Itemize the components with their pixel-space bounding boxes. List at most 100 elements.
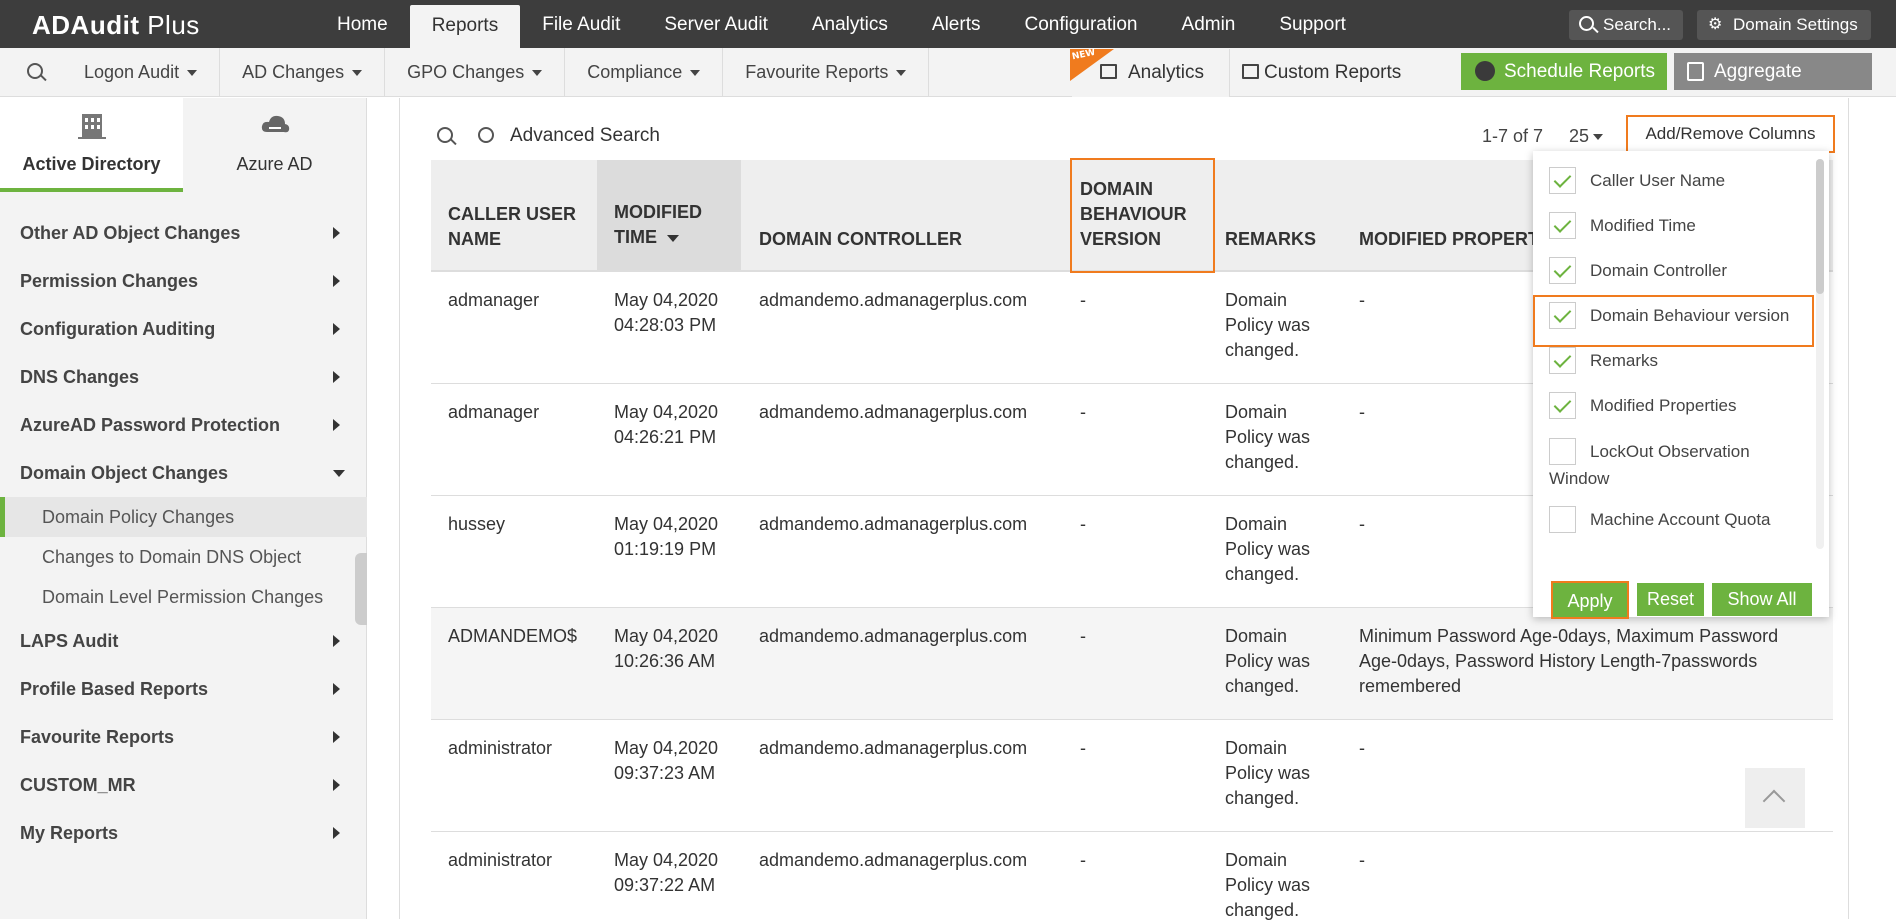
cell-modified-properties: - [1359, 402, 1365, 422]
cell-domain-behaviour: - [1080, 626, 1086, 646]
alarm-clock-icon [1475, 61, 1495, 81]
custom-reports-link[interactable]: Custom Reports [1232, 49, 1437, 97]
per-page-select[interactable]: 25 [1569, 124, 1604, 148]
option-remarks[interactable]: Remarks [1590, 347, 1658, 374]
app-logo[interactable]: ADAudit Plus [32, 10, 200, 41]
subnav-logon-audit[interactable]: Logon Audit [62, 48, 221, 96]
topnav-reports[interactable]: Reports [409, 5, 521, 48]
domain-settings-button[interactable]: ⚙ Domain Settings [1697, 10, 1871, 40]
directory-tabs: Active Directory Azure AD [0, 98, 367, 192]
checkbox-machine-account-quota[interactable] [1549, 506, 1576, 533]
chevron-down-icon [532, 70, 543, 77]
tab-active-directory-label: Active Directory [22, 154, 161, 174]
submenu-changes-to-domain-dns-object[interactable]: Changes to Domain DNS Object [0, 537, 367, 577]
sort-desc-icon [667, 234, 679, 242]
submenu-domain-level-permission-changes[interactable]: Domain Level Permission Changes [0, 577, 367, 617]
reset-button[interactable]: Reset [1637, 583, 1704, 616]
checkbox-remarks[interactable] [1549, 347, 1576, 374]
option-caller-user-name[interactable]: Caller User Name [1590, 167, 1725, 194]
topnav-home[interactable]: Home [315, 0, 410, 48]
header-caller-user-name[interactable]: CALLER USER NAME [448, 202, 598, 252]
report-search-icon[interactable] [27, 63, 43, 79]
advanced-search-link[interactable]: Advanced Search [478, 122, 660, 149]
cell-remarks: Domain Policy was changed. [1225, 626, 1311, 696]
menu-dns-changes[interactable]: DNS Changes [0, 353, 367, 401]
schedule-reports-button[interactable]: Schedule Reports [1461, 53, 1667, 90]
menu-configuration-auditing[interactable]: Configuration Auditing [0, 305, 367, 353]
left-sidebar: Active Directory Azure AD Other AD Objec… [0, 98, 367, 919]
menu-favourite-reports[interactable]: Favourite Reports [0, 713, 367, 761]
cell-user: admanager [448, 290, 540, 310]
schedule-reports-label: Schedule Reports [1504, 61, 1656, 82]
panel-scrollbar-thumb[interactable] [1816, 159, 1824, 294]
chevron-right-icon [333, 323, 340, 335]
chevron-down-icon [896, 70, 907, 77]
table-row[interactable]: ADMANDEMO$ May 04,2020 10:26:36 AM admand… [431, 608, 1833, 720]
topnav-support[interactable]: Support [1257, 0, 1368, 48]
aggregate-reports-button[interactable]: Aggregate Reports [1674, 53, 1872, 119]
topnav-analytics[interactable]: Analytics [790, 0, 910, 48]
cell-modified-properties: - [1359, 290, 1365, 310]
checkbox-caller-user-name[interactable] [1549, 167, 1576, 194]
topnav-alerts[interactable]: Alerts [910, 0, 1003, 48]
menu-other-ad-object-changes[interactable]: Other AD Object Changes [0, 209, 367, 257]
subnav-ad-changes[interactable]: AD Changes [220, 48, 386, 96]
chevron-right-icon [333, 275, 340, 287]
table-row[interactable]: administrator May 04,2020 09:37:23 AM adm… [431, 720, 1833, 832]
header-domain-controller[interactable]: DOMAIN CONTROLLER [759, 227, 962, 252]
quick-search-icon[interactable] [437, 127, 453, 143]
chevron-right-icon [333, 683, 340, 695]
topnav-file-audit[interactable]: File Audit [520, 0, 642, 48]
submenu-domain-policy-changes[interactable]: Domain Policy Changes [0, 497, 367, 537]
menu-my-reports[interactable]: My Reports [0, 809, 367, 857]
option-modified-time[interactable]: Modified Time [1590, 212, 1696, 239]
subnav-gpo-changes[interactable]: GPO Changes [385, 48, 566, 96]
sub-nav: Logon Audit AD Changes GPO Changes Compl… [62, 48, 930, 96]
subnav-compliance[interactable]: Compliance [565, 48, 724, 96]
option-modified-properties[interactable]: Modified Properties [1590, 392, 1736, 419]
global-search-button[interactable]: Search... [1569, 10, 1683, 40]
menu-permission-changes[interactable]: Permission Changes [0, 257, 367, 305]
tab-azure-ad[interactable]: Azure AD [183, 98, 366, 192]
menu-laps-audit[interactable]: LAPS Audit [0, 617, 367, 665]
menu-custom-mr[interactable]: CUSTOM_MR [0, 761, 367, 809]
show-all-button[interactable]: Show All [1712, 583, 1812, 616]
topnav-server-audit[interactable]: Server Audit [642, 0, 790, 48]
menu-domain-object-changes[interactable]: Domain Object Changes [0, 449, 367, 497]
topnav-admin[interactable]: Admin [1160, 0, 1258, 48]
option-lockout-observation-window-line2[interactable]: Window [1549, 465, 1609, 492]
add-remove-columns-button[interactable]: Add/Remove Columns [1626, 115, 1835, 153]
option-domain-controller[interactable]: Domain Controller [1590, 257, 1727, 284]
tab-active-directory[interactable]: Active Directory [0, 98, 183, 192]
topnav-configuration[interactable]: Configuration [1002, 0, 1159, 48]
menu-profile-based-reports[interactable]: Profile Based Reports [0, 665, 367, 713]
cell-remarks: Domain Policy was changed. [1225, 738, 1311, 808]
checkbox-domain-controller[interactable] [1549, 257, 1576, 284]
sidebar-collapse-handle[interactable] [355, 553, 367, 625]
custom-reports-label: Custom Reports [1264, 62, 1402, 83]
scroll-to-top-button[interactable] [1745, 768, 1805, 828]
header-remarks[interactable]: REMARKS [1225, 227, 1316, 252]
header-modified-properties[interactable]: MODIFIED PROPERT [1359, 227, 1539, 252]
checkbox-modified-properties[interactable] [1549, 392, 1576, 419]
cell-modified-time: May 04,2020 09:37:23 AM [614, 738, 719, 783]
menu-azuread-password-protection[interactable]: AzureAD Password Protection [0, 401, 367, 449]
header-modified-time[interactable]: MODIFIED TIME [597, 160, 741, 270]
cell-modified-time: May 04,2020 10:26:36 AM [614, 626, 719, 671]
cell-modified-time: May 04,2020 01:19:19 PM [614, 514, 719, 559]
chevron-right-icon [333, 827, 340, 839]
search-label: Search... [1603, 15, 1672, 34]
checkbox-lockout-observation-window[interactable] [1549, 438, 1576, 465]
analytics-label: Analytics [1128, 62, 1205, 83]
domain-settings-label: Domain Settings [1733, 15, 1858, 34]
table-row[interactable]: administrator May 04,2020 09:37:22 AM adm… [431, 832, 1833, 920]
cell-user: hussey [448, 514, 506, 534]
option-machine-account-quota[interactable]: Machine Account Quota [1590, 506, 1771, 533]
checkbox-modified-time[interactable] [1549, 212, 1576, 239]
cloud-icon [261, 115, 290, 133]
cell-user: admanager [448, 402, 540, 422]
apply-button[interactable]: Apply [1551, 581, 1629, 619]
option-lockout-observation-window[interactable]: LockOut Observation [1590, 438, 1750, 465]
subnav-favourite-reports[interactable]: Favourite Reports [723, 48, 930, 96]
cell-modified-time: May 04,2020 04:28:03 PM [614, 290, 719, 335]
